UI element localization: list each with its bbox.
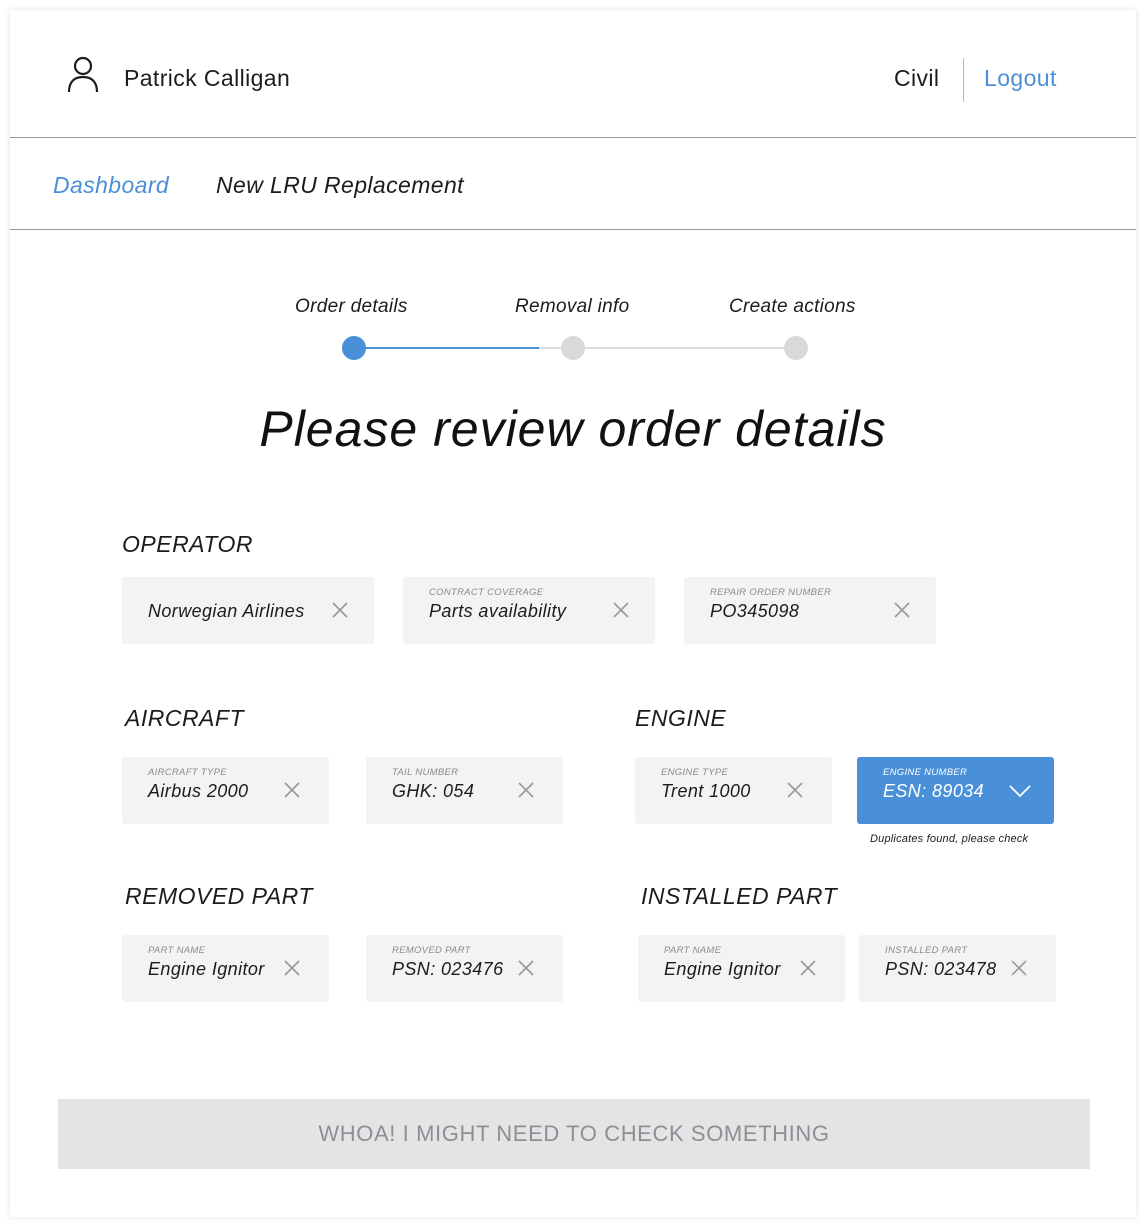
- removed-part-name-value: Engine Ignitor: [148, 959, 265, 979]
- repair-order-number-value: PO345098: [710, 601, 800, 621]
- user-name: Patrick Calligan: [124, 65, 291, 91]
- tail-number-field[interactable]: TAIL NUMBER GHK: 054: [366, 757, 563, 824]
- removed-part-name-field[interactable]: PART NAME Engine Ignitor: [122, 935, 329, 1002]
- close-icon[interactable]: [1010, 959, 1028, 977]
- aircraft-type-field[interactable]: AIRCRAFT TYPE Airbus 2000: [122, 757, 329, 824]
- step-dot-removal-info[interactable]: [561, 336, 585, 360]
- engine-type-field[interactable]: ENGINE TYPE Trent 1000: [635, 757, 832, 824]
- contract-coverage-field[interactable]: CONTRACT COVERAGE Parts availability: [403, 577, 655, 644]
- contract-coverage-label: CONTRACT COVERAGE: [429, 587, 544, 598]
- engine-type-label: ENGINE TYPE: [661, 767, 729, 778]
- removed-part-number-value: PSN: 023476: [392, 959, 504, 979]
- removed-part-number-field[interactable]: REMOVED PART PSN: 023476: [366, 935, 563, 1002]
- removed-part-number-label: REMOVED PART: [392, 945, 471, 956]
- section-title-engine: ENGINE: [635, 705, 727, 731]
- close-icon[interactable]: [893, 601, 911, 619]
- close-icon[interactable]: [786, 781, 804, 799]
- close-icon[interactable]: [799, 959, 817, 977]
- chevron-down-icon[interactable]: [1008, 783, 1032, 799]
- step-dot-order-details[interactable]: [342, 336, 366, 360]
- removed-part-name-label: PART NAME: [148, 945, 206, 956]
- breadcrumb-current-page: New LRU Replacement: [216, 172, 464, 198]
- page-title: Please review order details: [259, 401, 887, 457]
- aircraft-type-label: AIRCRAFT TYPE: [148, 767, 227, 778]
- close-icon[interactable]: [283, 959, 301, 977]
- header-divider: [963, 58, 964, 102]
- installed-part-name-label: PART NAME: [664, 945, 722, 956]
- section-title-aircraft: AIRCRAFT: [125, 705, 244, 731]
- installed-part-name-field[interactable]: PART NAME Engine Ignitor: [638, 935, 845, 1002]
- breadcrumb: Dashboard New LRU Replacement: [10, 138, 1136, 230]
- check-something-button[interactable]: WHOA! I MIGHT NEED TO CHECK SOMETHING: [58, 1099, 1090, 1169]
- top-header: Patrick Calligan Civil Logout: [10, 10, 1136, 138]
- logout-link[interactable]: Logout: [984, 65, 1057, 92]
- section-title-removed-part: REMOVED PART: [125, 883, 313, 909]
- main-card: Patrick Calligan Civil Logout Dashboard …: [10, 10, 1136, 1217]
- operator-name-field[interactable]: Norwegian Airlines: [122, 577, 374, 644]
- installed-part-number-value: PSN: 023478: [885, 959, 997, 979]
- step-connector-done: [354, 347, 539, 349]
- user-icon: [66, 55, 100, 93]
- tail-number-value: GHK: 054: [392, 781, 475, 801]
- repair-order-number-field[interactable]: REPAIR ORDER NUMBER PO345098: [684, 577, 936, 644]
- step-dot-create-actions[interactable]: [784, 336, 808, 360]
- repair-order-number-label: REPAIR ORDER NUMBER: [710, 587, 832, 598]
- contract-coverage-value: Parts availability: [429, 601, 567, 621]
- engine-number-value: ESN: 89034: [883, 781, 985, 801]
- engine-type-value: Trent 1000: [661, 781, 751, 801]
- step-label-create-actions: Create actions: [729, 296, 856, 317]
- step-label-removal-info: Removal info: [515, 296, 630, 317]
- engine-number-label: ENGINE NUMBER: [883, 767, 968, 778]
- step-label-order-details: Order details: [295, 296, 408, 317]
- close-icon[interactable]: [283, 781, 301, 799]
- operator-name-value: Norwegian Airlines: [148, 601, 305, 621]
- engine-number-select[interactable]: ENGINE NUMBER ESN: 89034: [857, 757, 1054, 824]
- close-icon[interactable]: [331, 601, 349, 619]
- installed-part-number-field[interactable]: INSTALLED PART PSN: 023478: [859, 935, 1056, 1002]
- mode-label: Civil: [894, 65, 940, 91]
- close-icon[interactable]: [612, 601, 630, 619]
- section-title-operator: OPERATOR: [122, 531, 253, 557]
- close-icon[interactable]: [517, 959, 535, 977]
- engine-number-warning: Duplicates found, please check: [870, 833, 1029, 845]
- tail-number-label: TAIL NUMBER: [392, 767, 459, 778]
- aircraft-type-value: Airbus 2000: [148, 781, 249, 801]
- breadcrumb-dashboard-link[interactable]: Dashboard: [53, 172, 169, 199]
- section-title-installed-part: INSTALLED PART: [641, 883, 838, 909]
- close-icon[interactable]: [517, 781, 535, 799]
- installed-part-number-label: INSTALLED PART: [885, 945, 968, 956]
- installed-part-name-value: Engine Ignitor: [664, 959, 781, 979]
